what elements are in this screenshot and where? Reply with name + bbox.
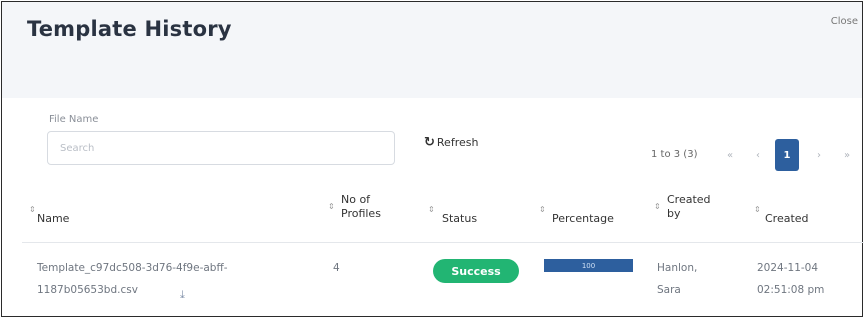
- sort-icon[interactable]: ⇕: [539, 206, 546, 214]
- percentage-progress-bar: 100: [544, 259, 633, 272]
- page-title: Template History: [27, 17, 232, 41]
- sort-icon[interactable]: ⇕: [654, 203, 661, 211]
- row-created-line1: 2024-11-04: [757, 262, 819, 274]
- page-1-button[interactable]: 1: [775, 139, 799, 171]
- sort-icon[interactable]: ⇕: [328, 203, 335, 211]
- template-history-panel: Template History Close File Name ↻ Refre…: [1, 1, 864, 317]
- download-icon[interactable]: ⤓: [180, 288, 185, 302]
- sort-icon[interactable]: ⇕: [754, 206, 761, 214]
- panel-header: Template History Close: [2, 2, 862, 98]
- row-profiles: 4: [333, 262, 340, 274]
- row-created-by-line2: Sara: [657, 284, 681, 296]
- column-header-name[interactable]: Name: [37, 212, 69, 226]
- refresh-label: Refresh: [436, 136, 479, 149]
- column-header-percentage[interactable]: Percentage: [552, 212, 614, 226]
- header-divider: [22, 242, 864, 243]
- column-header-profiles[interactable]: No of Profiles: [341, 193, 381, 221]
- column-header-created-by[interactable]: Created by: [667, 193, 711, 221]
- row-name-line1: Template_c97dc508-3d76-4f9e-abff-: [37, 262, 228, 274]
- search-input[interactable]: [47, 131, 395, 165]
- row-created-line2: 02:51:08 pm: [757, 284, 825, 296]
- column-header-profiles-line2: Profiles: [341, 207, 381, 220]
- column-header-status[interactable]: Status: [442, 212, 477, 226]
- last-page-button[interactable]: »: [835, 139, 859, 171]
- file-name-label: File Name: [49, 114, 99, 125]
- status-badge: Success: [433, 259, 519, 283]
- close-button[interactable]: Close: [831, 16, 858, 27]
- column-header-created-by-line2: by: [667, 207, 681, 220]
- column-header-created[interactable]: Created: [765, 212, 809, 226]
- column-header-created-by-line1: Created: [667, 193, 711, 206]
- refresh-button[interactable]: ↻ Refresh: [424, 136, 478, 149]
- next-page-button[interactable]: ›: [807, 139, 831, 171]
- refresh-icon: ↻: [424, 135, 435, 150]
- sort-icon[interactable]: ⇕: [29, 206, 36, 214]
- column-header-profiles-line1: No of: [341, 193, 371, 206]
- first-page-button[interactable]: «: [718, 139, 742, 171]
- sort-icon[interactable]: ⇕: [428, 206, 435, 214]
- row-name-line2: 1187b05653bd.csv: [37, 284, 138, 296]
- row-created-by-line1: Hanlon,: [657, 262, 698, 274]
- previous-page-button[interactable]: ‹: [746, 139, 770, 171]
- pagination-info: 1 to 3 (3): [651, 149, 698, 160]
